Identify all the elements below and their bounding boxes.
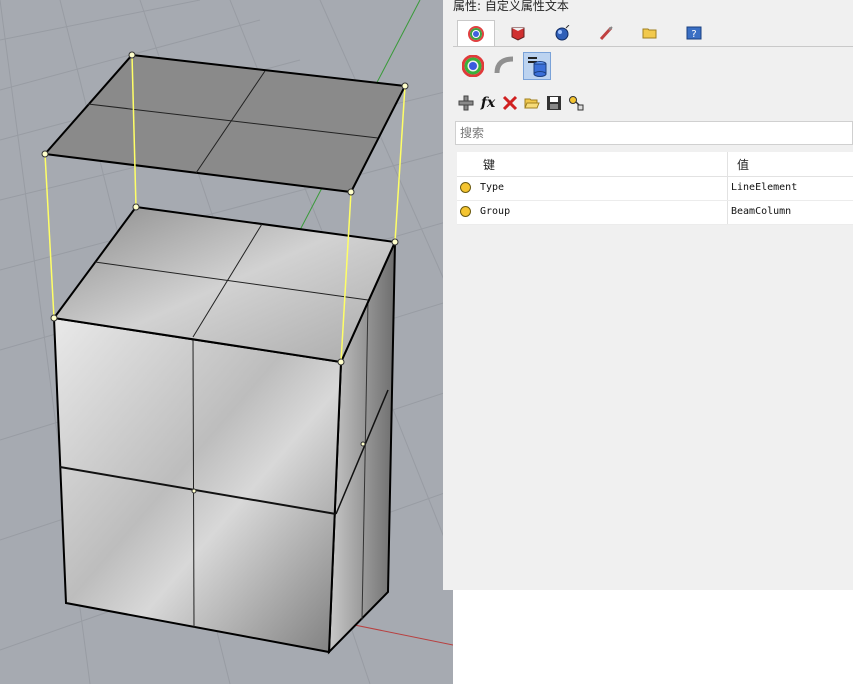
curve-icon bbox=[494, 56, 514, 74]
color-wheel-icon bbox=[462, 55, 484, 77]
grid-header: 键 值 bbox=[457, 152, 853, 177]
subtab-user-data[interactable] bbox=[523, 52, 551, 80]
add-button[interactable] bbox=[455, 92, 477, 114]
table-row[interactable]: Group BeamColumn bbox=[457, 201, 853, 225]
fx-icon: fx bbox=[480, 95, 496, 111]
tab-help[interactable]: ? bbox=[675, 20, 713, 46]
svg-text:?: ? bbox=[691, 29, 696, 40]
floating-plane bbox=[43, 53, 407, 194]
cube-front-face bbox=[52, 316, 343, 654]
material-icon bbox=[468, 26, 484, 42]
user-text-grid: 键 值 Type LineElement Group BeamColumn bbox=[457, 152, 853, 225]
delete-icon bbox=[502, 95, 518, 111]
add-icon bbox=[458, 95, 474, 111]
render-icon bbox=[511, 27, 525, 41]
viewport-scene[interactable] bbox=[0, 0, 453, 684]
tab-render[interactable] bbox=[499, 20, 537, 46]
row-key[interactable]: Group bbox=[480, 206, 510, 217]
cell-divider bbox=[727, 177, 728, 200]
tab-folder[interactable] bbox=[631, 20, 669, 46]
column-header-value[interactable]: 值 bbox=[737, 156, 749, 173]
delete-button[interactable] bbox=[499, 92, 521, 114]
search-input[interactable] bbox=[455, 121, 853, 145]
attribute-dot-icon bbox=[460, 206, 471, 217]
row-value[interactable]: LineElement bbox=[731, 182, 797, 193]
paint-icon bbox=[599, 26, 613, 41]
attribute-dot-icon bbox=[460, 182, 471, 193]
subtab-color[interactable] bbox=[459, 52, 487, 80]
subtab-curve[interactable] bbox=[491, 52, 519, 80]
column-divider[interactable] bbox=[727, 152, 728, 176]
link-icon bbox=[569, 96, 584, 111]
open-button[interactable] bbox=[521, 92, 543, 114]
tab-material[interactable] bbox=[457, 20, 495, 47]
table-row[interactable]: Type LineElement bbox=[457, 177, 853, 201]
tab-environment[interactable] bbox=[543, 20, 581, 46]
3d-viewport[interactable] bbox=[0, 0, 453, 684]
link-button[interactable] bbox=[565, 92, 587, 114]
sub-tabs bbox=[453, 50, 853, 82]
user-data-toolbar: fx bbox=[453, 92, 853, 114]
tab-paint[interactable] bbox=[587, 20, 625, 46]
function-button[interactable]: fx bbox=[477, 92, 499, 114]
database-icon bbox=[528, 57, 547, 77]
open-folder-icon bbox=[524, 98, 540, 109]
help-icon: ? bbox=[686, 26, 702, 40]
property-tabs: ? bbox=[453, 20, 853, 47]
column-header-key[interactable]: 键 bbox=[483, 156, 495, 173]
row-key[interactable]: Type bbox=[480, 182, 504, 193]
row-value[interactable]: BeamColumn bbox=[731, 206, 791, 217]
properties-panel: 属性: 自定义属性文本 ? fx 搜索 键 值 Type LineElement… bbox=[453, 0, 853, 684]
properties-panel-body: 属性: 自定义属性文本 ? fx 搜索 键 值 Type LineElement… bbox=[453, 0, 853, 590]
cell-divider bbox=[727, 201, 728, 224]
tabs-divider bbox=[453, 46, 853, 47]
save-icon bbox=[547, 96, 561, 110]
environment-icon bbox=[555, 25, 570, 41]
panel-title: 属性: 自定义属性文本 bbox=[453, 0, 569, 13]
save-button[interactable] bbox=[543, 92, 565, 114]
folder-icon bbox=[642, 28, 657, 39]
